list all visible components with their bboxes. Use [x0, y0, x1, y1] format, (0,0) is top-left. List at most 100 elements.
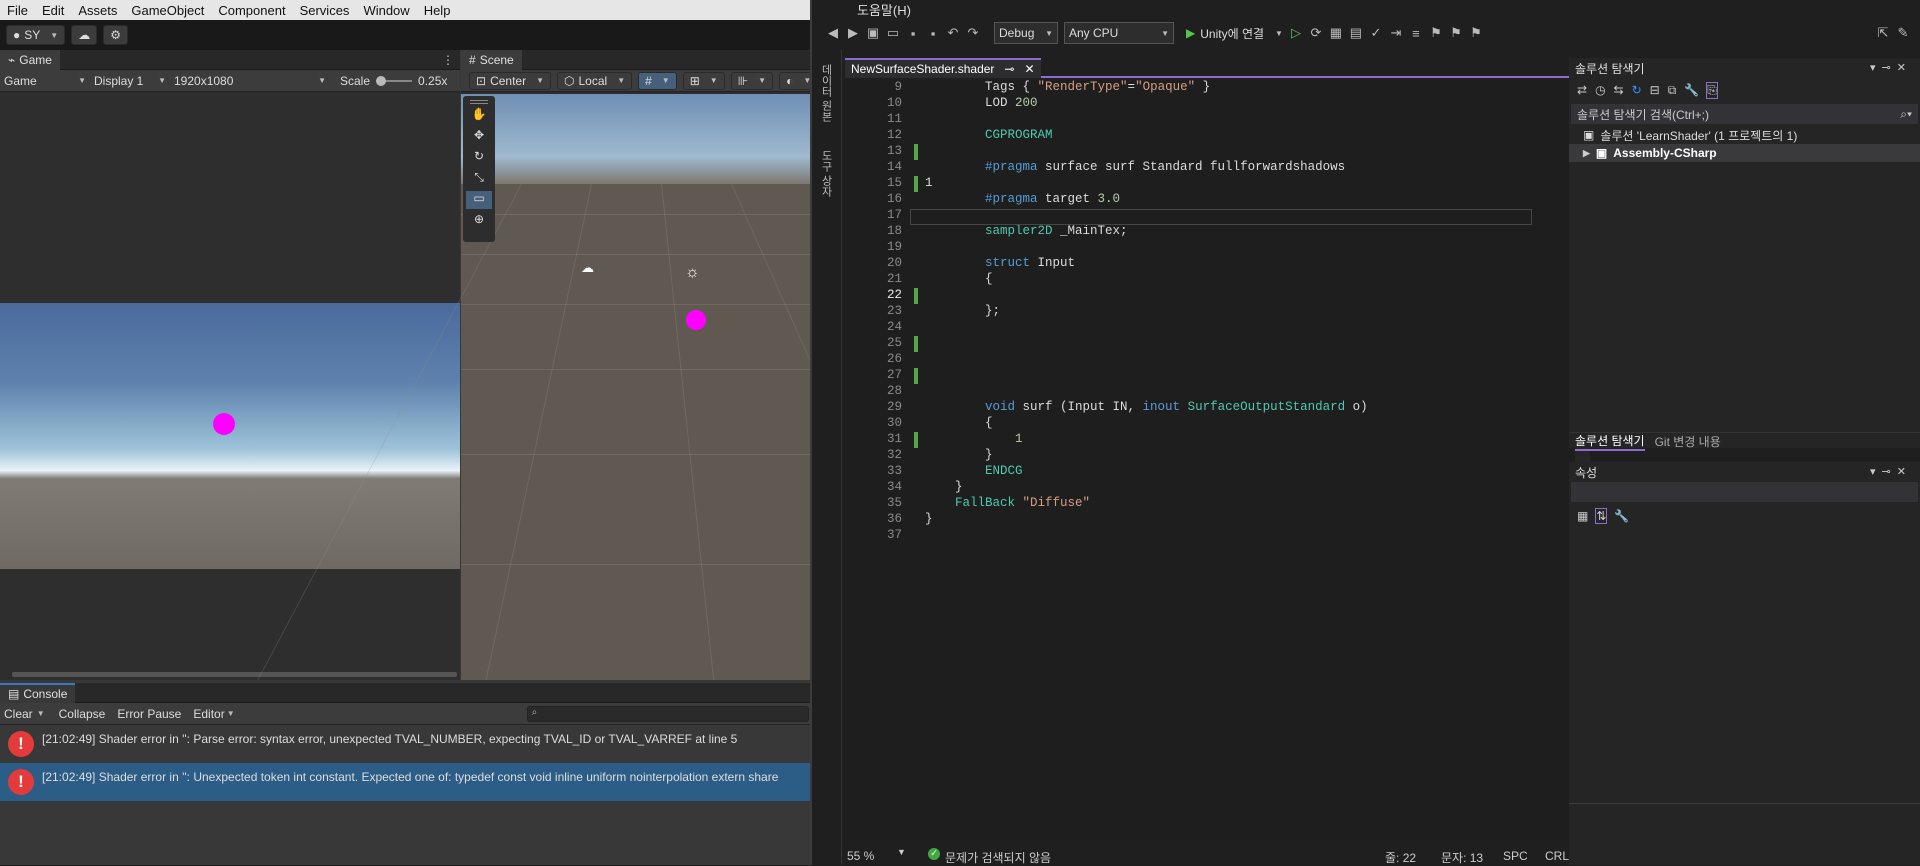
spellcheck-icon[interactable]: ✓ — [1369, 25, 1383, 41]
window-controls[interactable]: ▾⊸✕ — [1870, 61, 1912, 74]
code-line[interactable]: 36} — [845, 512, 1575, 528]
increment-snap-button[interactable]: ⊪ ▼ — [730, 71, 774, 90]
code-line[interactable]: 13 — [845, 144, 1575, 160]
scale-slider-thumb[interactable] — [376, 75, 387, 86]
code-line[interactable]: 28 — [845, 384, 1575, 400]
tab-console[interactable]: ▤ Console — [0, 682, 76, 703]
code-line[interactable]: 25 — [845, 336, 1575, 352]
chevron-down-icon[interactable]: ▼ — [897, 847, 906, 857]
code-line[interactable]: 18 sampler2D _MainTex; — [845, 224, 1575, 240]
tree-item-project[interactable]: ▶ ▣ Assembly-CSharp — [1569, 144, 1920, 162]
console-search-input[interactable]: ⌕ — [526, 705, 809, 722]
whitespace-mode[interactable]: SPC — [1503, 849, 1528, 863]
scale-slider[interactable] — [376, 75, 413, 86]
grid-visibility-button[interactable]: ⊞ ▼ — [682, 71, 725, 90]
code-editor[interactable]: 9 Tags { "RenderType"="Opaque" } 10 LOD 2… — [845, 80, 1575, 840]
code-line[interactable]: 32 } — [845, 448, 1575, 464]
cloud-button[interactable]: ☁ — [71, 25, 98, 45]
properties-icon[interactable]: 🔧 — [1684, 83, 1699, 97]
switch-view-icon[interactable]: ⇄ — [1577, 83, 1587, 97]
tab-scene[interactable]: # Scene — [461, 49, 522, 70]
code-line[interactable]: 24 — [845, 320, 1575, 336]
view-dropdown[interactable]: Game ▼ — [0, 71, 90, 91]
collapse-all-icon[interactable]: ⊟ — [1650, 83, 1660, 97]
feedback-icon[interactable]: ✎ — [1896, 25, 1910, 41]
refresh-icon[interactable]: ↻ — [1632, 83, 1642, 97]
share-icon[interactable]: ⇱ — [1876, 25, 1890, 41]
error-pause-button[interactable]: Error Pause — [111, 707, 187, 721]
menu-component[interactable]: Component — [211, 3, 292, 18]
code-line[interactable]: 29 void surf (Input IN, inout SurfaceOut… — [845, 400, 1575, 416]
code-line[interactable]: 11 — [845, 112, 1575, 128]
rotate-tool-icon[interactable]: ↻ — [466, 149, 492, 167]
chevron-right-icon[interactable]: ▶ — [1583, 148, 1590, 159]
code-line[interactable]: 9 Tags { "RenderType"="Opaque" } — [845, 80, 1575, 96]
game-view[interactable] — [0, 94, 460, 680]
property-pages-icon[interactable]: 🔧 — [1614, 509, 1629, 523]
new-item-icon[interactable]: ▣ — [866, 25, 880, 41]
char-number[interactable]: 문자: 13 — [1441, 849, 1483, 866]
pivot-dropdown[interactable]: ⊡ Center ▼ — [469, 71, 552, 90]
save-icon[interactable]: ▪ — [906, 26, 920, 41]
display-dropdown[interactable]: Display 1 ▼ — [90, 71, 170, 91]
configuration-dropdown[interactable]: Debug ▼ — [994, 22, 1058, 44]
code-line[interactable]: 37 — [845, 528, 1575, 544]
issues-status[interactable]: 문제가 검색되지 않음 — [945, 849, 1051, 866]
properties-object-dropdown[interactable] — [1571, 482, 1918, 502]
menu-services[interactable]: Services — [293, 3, 357, 18]
tab-solution-explorer[interactable]: 솔루션 탐색기 — [1575, 432, 1645, 451]
resolution-dropdown[interactable]: 1920x1080 ▼ — [170, 71, 330, 91]
account-button[interactable]: ● SY ▼ — [6, 25, 66, 45]
code-line[interactable]: 34 } — [845, 480, 1575, 496]
grid-snap-button[interactable]: # ▼ — [638, 71, 677, 90]
code-line[interactable]: 27 — [845, 368, 1575, 384]
code-line[interactable]: 30 { — [845, 416, 1575, 432]
scale-tool-icon[interactable]: ⤡ — [466, 170, 492, 188]
game-horizontal-scrollbar[interactable] — [12, 672, 457, 677]
start-without-debug-icon[interactable]: ▷ — [1289, 25, 1303, 41]
line-number[interactable]: 줄: 22 — [1385, 849, 1416, 866]
hand-tool-icon[interactable]: ✋ — [466, 107, 492, 125]
back-icon[interactable]: ◀ — [826, 25, 840, 41]
comment-icon[interactable]: ≡ — [1409, 26, 1423, 41]
undo-icon[interactable]: ↶ — [946, 25, 960, 41]
scene-view[interactable]: ✋ ✥ ↻ ⤡ ▭ ⊕ ☁ ☼ — [257, 94, 953, 680]
redo-icon[interactable]: ↷ — [966, 25, 980, 41]
code-line[interactable]: 21 { — [845, 272, 1575, 288]
menu-help[interactable]: 도움말(H) — [857, 3, 911, 18]
menu-window[interactable]: Window — [356, 3, 416, 18]
code-line[interactable]: 31 1 — [845, 432, 1575, 448]
menu-assets[interactable]: Assets — [71, 3, 124, 18]
tab-git-changes[interactable]: Git 변경 내용 — [1655, 433, 1721, 450]
code-line[interactable]: 35 FallBack "Diffuse" — [845, 496, 1575, 512]
forward-icon[interactable]: ▶ — [846, 25, 860, 41]
categorized-icon[interactable]: ▦ — [1577, 509, 1588, 523]
sync-icon[interactable]: ⇆ — [1614, 83, 1624, 97]
menu-file[interactable]: File — [0, 3, 35, 18]
collapse-button[interactable]: Collapse — [53, 707, 112, 721]
code-line[interactable]: 14 #pragma surface surf Standard fullfor… — [845, 160, 1575, 176]
clear-dropdown-icon[interactable]: ▼ — [37, 709, 45, 718]
transform-tool-icon[interactable]: ⊕ — [466, 212, 492, 230]
code-line[interactable]: 26 — [845, 352, 1575, 368]
show-all-files-icon[interactable]: ⧉ — [1668, 83, 1677, 98]
solution-config-icon[interactable]: ▦ — [1329, 25, 1343, 41]
platform-dropdown[interactable]: Any CPU ▼ — [1064, 22, 1174, 44]
code-line[interactable]: 22 — [845, 288, 1575, 304]
light-gizmo-icon[interactable]: ☼ — [685, 264, 700, 282]
editor-dropdown[interactable]: Editor — [187, 707, 224, 721]
bookmark-prev-icon[interactable]: ⚑ — [1449, 25, 1463, 41]
layout-icon[interactable]: ▤ — [1349, 25, 1363, 41]
tab-file[interactable]: NewSurfaceShader.shader ⊸ ✕ — [845, 58, 1041, 78]
preview-icon[interactable]: ⎘ — [1706, 81, 1718, 99]
window-controls[interactable]: ▾⊸✕ — [1870, 465, 1912, 478]
move-tool-icon[interactable]: ✥ — [466, 128, 492, 146]
code-line[interactable]: 23 }; — [845, 304, 1575, 320]
code-line[interactable]: 12 CGPROGRAM — [845, 128, 1575, 144]
alphabetical-icon[interactable]: ⇅ — [1595, 508, 1608, 524]
bookmark-next-icon[interactable]: ⚑ — [1469, 25, 1483, 41]
code-line[interactable]: 10 LOD 200 — [845, 96, 1575, 112]
collab-settings-button[interactable]: ⚙ — [103, 25, 128, 45]
tab-game[interactable]: ⌁ Game — [0, 49, 60, 70]
open-folder-icon[interactable]: ▭ — [886, 25, 900, 41]
